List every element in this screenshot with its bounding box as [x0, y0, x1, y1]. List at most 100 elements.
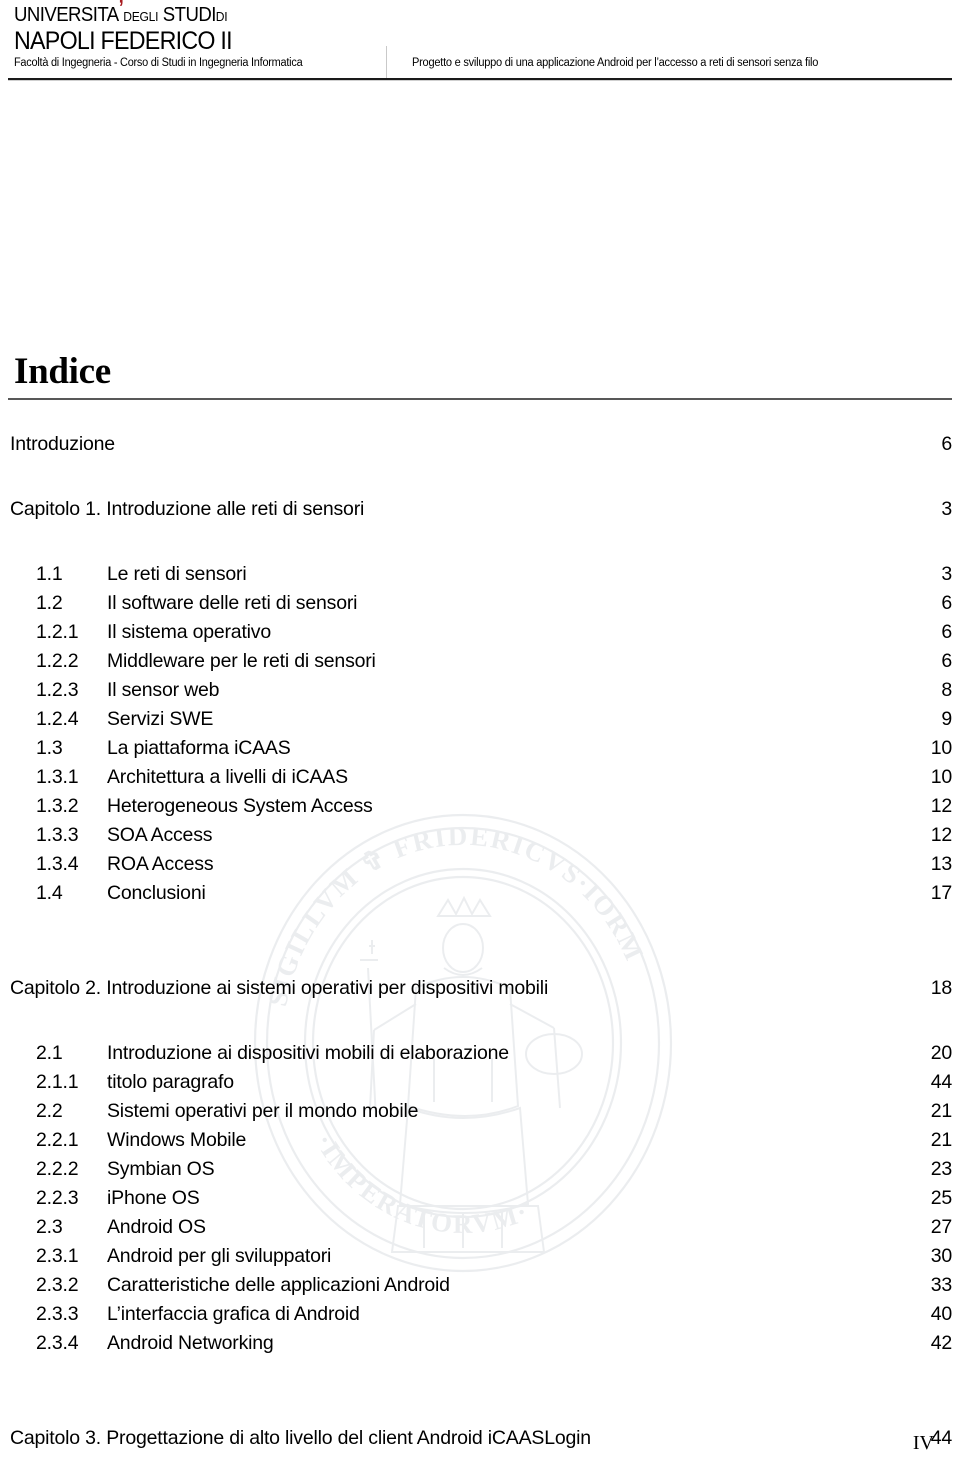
toc-entry-number: 1.1: [36, 563, 63, 585]
logo-text-studi: STUDI: [158, 4, 217, 26]
toc-entry-number: 1.2.4: [36, 708, 79, 730]
logo-text-universita: UNIVERSITA: [14, 4, 119, 26]
toc-entry-title: Introduzione ai dispositivi mobili di el…: [107, 1042, 509, 1064]
toc-entry-title: Architettura a livelli di iCAAS: [107, 766, 348, 788]
toc-entry-page: 21: [930, 1129, 952, 1151]
toc-entry-1-2[interactable]: 1.2 Il software delle reti di sensori 6: [0, 589, 960, 618]
toc-entry-title: Il sistema operativo: [107, 621, 271, 643]
toc-entry-title: Heterogeneous System Access: [107, 795, 373, 817]
page-title-block: Indice: [8, 352, 952, 400]
toc-entry-title: Il software delle reti di sensori: [107, 592, 358, 614]
toc-entry-title: Android per gli sviluppatori: [107, 1245, 332, 1267]
toc-entry-number: 1.3: [36, 737, 63, 759]
toc-entry-page: 6: [941, 433, 952, 455]
toc-entry-1-3-2[interactable]: 1.3.2 Heterogeneous System Access 12: [0, 792, 960, 821]
toc-entry-2-2-1[interactable]: 2.2.1 Windows Mobile 21: [0, 1126, 960, 1155]
toc-entry-page: 6: [941, 592, 952, 614]
toc-entry-1-1[interactable]: 1.1 Le reti di sensori 3: [0, 560, 960, 589]
toc-entry-title: Android OS: [107, 1216, 206, 1238]
title-divider-rule: [8, 398, 952, 400]
toc-chapter-heading-1[interactable]: Capitolo 1. Introduzione alle reti di se…: [0, 495, 960, 524]
toc-entry-page: 33: [930, 1274, 952, 1296]
toc-spacer: [0, 1358, 960, 1424]
toc-entry-title: Android Networking: [107, 1332, 274, 1354]
toc-entry-title: iPhone OS: [107, 1187, 200, 1209]
toc-entry-number: 1.3.1: [36, 766, 79, 788]
toc-entry-1-3[interactable]: 1.3 La piattaforma iCAAS 10: [0, 734, 960, 763]
toc-entry-1-2-3[interactable]: 1.2.3 Il sensor web 8: [0, 676, 960, 705]
logo-line-napoli-federico: NAPOLI FEDERICO II: [14, 27, 233, 55]
toc-entry-title: Il sensor web: [107, 679, 220, 701]
toc-entry-number: 1.2.1: [36, 621, 79, 643]
toc-chapter-title: Capitolo 1. Introduzione alle reti di se…: [10, 498, 365, 520]
toc-entry-number: 2.3.4: [36, 1332, 79, 1354]
university-logo: UNIVERSITA’DEGLI STUDIDI NAPOLI FEDERICO…: [14, 0, 248, 55]
toc-spacer: [0, 1453, 960, 1470]
toc-entry-number: 2.1: [36, 1042, 63, 1064]
toc-entry-number: 2.3: [36, 1216, 63, 1238]
toc-chapter-heading-3[interactable]: Capitolo 3. Progettazione di alto livell…: [0, 1424, 960, 1453]
toc-spacer: [0, 908, 960, 974]
logo-text-degli: DEGLI: [123, 9, 159, 24]
toc-entry-title: Middleware per le reti di sensori: [107, 650, 376, 672]
logo-line-universita: UNIVERSITA’DEGLI STUDIDI: [14, 0, 232, 27]
toc-entry-page: 23: [930, 1158, 952, 1180]
toc-entry-1-3-3[interactable]: 1.3.3 SOA Access 12: [0, 821, 960, 850]
toc-entry-number: 2.2.1: [36, 1129, 79, 1151]
toc-entry-2-2-3[interactable]: 2.2.3 iPhone OS 25: [0, 1184, 960, 1213]
table-of-contents: Introduzione 6 Capitolo 1. Introduzione …: [0, 430, 960, 1470]
toc-entry-number: 1.2.3: [36, 679, 79, 701]
toc-entry-2-1-1[interactable]: 2.1.1 titolo paragrafo 44: [0, 1068, 960, 1097]
toc-entry-page: 9: [941, 708, 952, 730]
toc-entry-title: L’interfaccia grafica di Android: [107, 1303, 360, 1325]
toc-entry-number: 2.2.2: [36, 1158, 79, 1180]
toc-entry-title: Servizi SWE: [107, 708, 214, 730]
toc-entry-1-3-1[interactable]: 1.3.1 Architettura a livelli di iCAAS 10: [0, 763, 960, 792]
page-folio-number: IV: [912, 1432, 934, 1454]
toc-entry-title: La piattaforma iCAAS: [107, 737, 291, 759]
toc-spacer: [0, 459, 960, 495]
toc-entry-number: 1.3.2: [36, 795, 79, 817]
toc-entry-1-2-1[interactable]: 1.2.1 Il sistema operativo 6: [0, 618, 960, 647]
toc-entry-1-3-4[interactable]: 1.3.4 ROA Access 13: [0, 850, 960, 879]
header-vertical-separator: [386, 46, 387, 80]
toc-entry-2-3-3[interactable]: 2.3.3 L’interfaccia grafica di Android 40: [0, 1300, 960, 1329]
toc-entry-number: 1.3.3: [36, 824, 79, 846]
toc-entry-title: ROA Access: [107, 853, 214, 875]
toc-entry-page: 6: [941, 650, 952, 672]
toc-entry-page: 12: [930, 824, 952, 846]
toc-entry-page: 40: [930, 1303, 952, 1325]
toc-entry-number: 2.2.3: [36, 1187, 79, 1209]
toc-entry-number: 1.2.2: [36, 650, 79, 672]
toc-entry-number: 2.3.1: [36, 1245, 79, 1267]
toc-entry-2-3[interactable]: 2.3 Android OS 27: [0, 1213, 960, 1242]
toc-entry-front[interactable]: Introduzione 6: [0, 430, 960, 459]
toc-entry-number: 2.3.2: [36, 1274, 79, 1296]
toc-entry-1-2-2[interactable]: 1.2.2 Middleware per le reti di sensori 6: [0, 647, 960, 676]
toc-entry-page: 27: [930, 1216, 952, 1238]
toc-entry-2-2[interactable]: 2.2 Sistemi operativi per il mondo mobile…: [0, 1097, 960, 1126]
toc-entry-page: 3: [941, 563, 952, 585]
toc-entry-2-1[interactable]: 2.1 Introduzione ai dispositivi mobili di…: [0, 1039, 960, 1068]
toc-chapter-page: 3: [941, 498, 952, 520]
toc-entry-title: Le reti di sensori: [107, 563, 247, 585]
toc-entry-2-3-1[interactable]: 2.3.1 Android per gli sviluppatori 30: [0, 1242, 960, 1271]
toc-entry-title: Caratteristiche delle applicazioni Andro…: [107, 1274, 450, 1296]
toc-chapter-heading-2[interactable]: Capitolo 2. Introduzione ai sistemi oper…: [0, 974, 960, 1003]
toc-entry-1-2-4[interactable]: 1.2.4 Servizi SWE 9: [0, 705, 960, 734]
toc-entry-2-3-4[interactable]: 2.3.4 Android Networking 42: [0, 1329, 960, 1358]
toc-entry-title: titolo paragrafo: [107, 1071, 234, 1093]
toc-entry-page: 17: [930, 882, 952, 904]
toc-entry-title: SOA Access: [107, 824, 213, 846]
toc-entry-number: 1.4: [36, 882, 63, 904]
toc-entry-page: 10: [930, 737, 952, 759]
toc-entry-title: Conclusioni: [107, 882, 206, 904]
toc-entry-1-4[interactable]: 1.4 Conclusioni 17: [0, 879, 960, 908]
toc-entry-2-2-2[interactable]: 2.2.2 Symbian OS 23: [0, 1155, 960, 1184]
toc-entry-2-3-2[interactable]: 2.3.2 Caratteristiche delle applicazioni …: [0, 1271, 960, 1300]
toc-entry-number: 1.2: [36, 592, 63, 614]
toc-entry-title: Introduzione: [10, 433, 115, 455]
toc-entry-number: 2.2: [36, 1100, 63, 1122]
toc-entry-page: 20: [930, 1042, 952, 1064]
document-subtitle: Progetto e sviluppo di una applicazione …: [412, 57, 819, 69]
